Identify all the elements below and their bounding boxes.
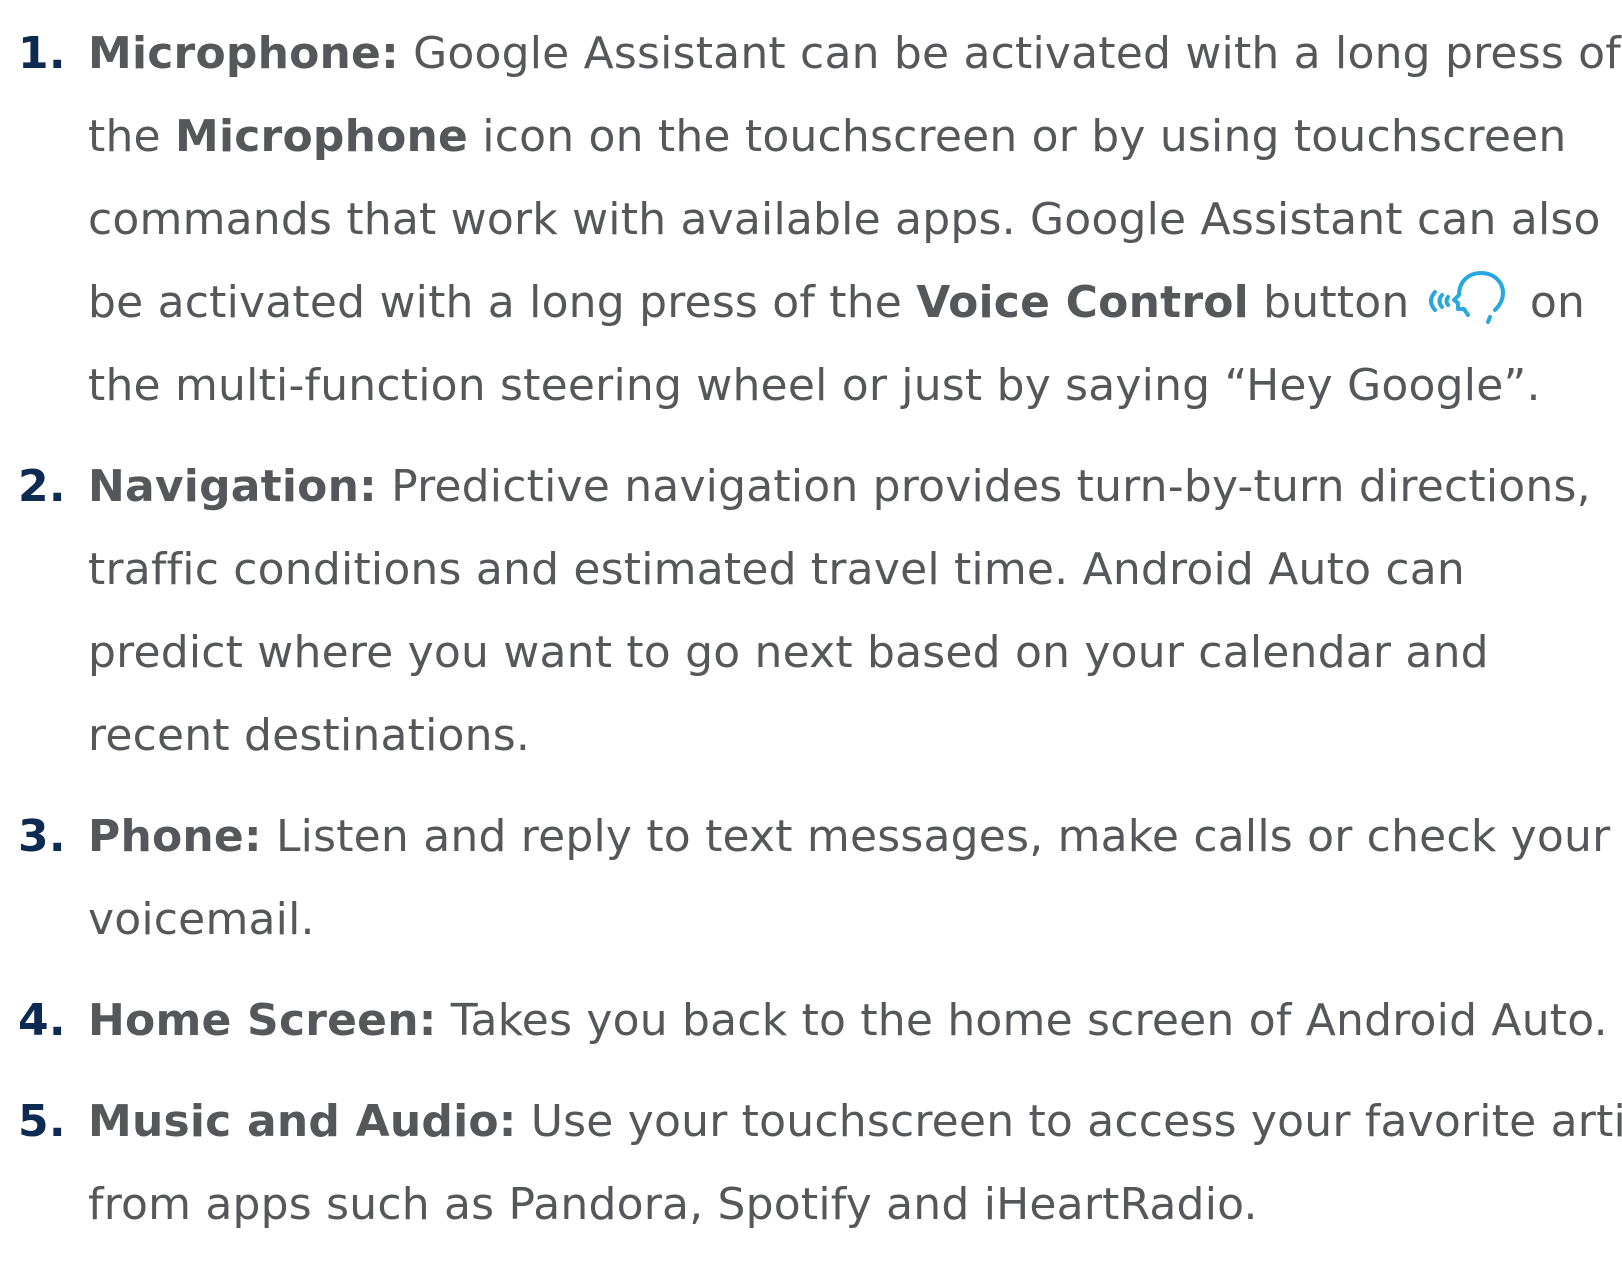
list-item-navigation: 2. Navigation: Predictive navigation pro… [0, 445, 1622, 777]
list-item-home-screen: 4. Home Screen: Takes you back to the ho… [0, 979, 1622, 1062]
item-number: 2. [18, 461, 66, 512]
item-line: predict where you want to go next based … [88, 627, 1489, 678]
item-text: Listen and reply to text messages, make … [261, 811, 1611, 862]
item-text: be activated with a long press of the [88, 277, 917, 328]
item-number: 4. [18, 995, 66, 1046]
item-text: Google Assistant can be activated with a… [398, 28, 1621, 79]
item-line: traffic conditions and estimated travel … [88, 544, 1466, 595]
voice-control-icon [1428, 267, 1512, 327]
item-term: Phone: [88, 811, 262, 862]
item-line: be activated with a long press of the Vo… [88, 261, 1622, 344]
item-number: 3. [18, 811, 66, 862]
item-text: the [88, 111, 175, 162]
item-text: on [1515, 277, 1586, 328]
item-term: Music and Audio: [88, 1096, 517, 1147]
item-bold-text: Voice Control [916, 277, 1249, 328]
item-term: Home Screen: [88, 995, 437, 1046]
item-term: Microphone: [88, 28, 399, 79]
item-text: icon on the touchscreen or by using touc… [468, 111, 1567, 162]
item-number: 5. [18, 1096, 66, 1147]
item-line: commands that work with available apps. … [88, 194, 1601, 245]
item-line: Navigation: Predictive navigation provid… [88, 445, 1622, 528]
item-line: Home Screen: Takes you back to the home … [88, 979, 1622, 1062]
feature-list: 1. Microphone: Google Assistant can be a… [0, 12, 1622, 1264]
item-text: Predictive navigation provides turn-by-t… [376, 461, 1591, 512]
item-line: recent destinations. [88, 710, 531, 761]
item-line: the multi-function steering wheel or jus… [88, 360, 1541, 411]
item-line: the Microphone icon on the touchscreen o… [88, 95, 1622, 178]
item-number: 1. [18, 28, 66, 79]
item-term: Navigation: [88, 461, 377, 512]
item-text: Takes you back to the home screen of And… [436, 995, 1608, 1046]
item-line: Music and Audio: Use your touchscreen to… [88, 1080, 1622, 1163]
item-line: from apps such as Pandora, Spotify and i… [88, 1179, 1258, 1230]
list-item-music-audio: 5. Music and Audio: Use your touchscreen… [0, 1080, 1622, 1246]
item-bold-text: Microphone [175, 111, 469, 162]
item-line: Phone: Listen and reply to text messages… [88, 795, 1622, 878]
list-item-phone: 3. Phone: Listen and reply to text messa… [0, 795, 1622, 961]
item-text: Use your touchscreen to access your favo… [516, 1096, 1622, 1147]
list-item-microphone: 1. Microphone: Google Assistant can be a… [0, 12, 1622, 427]
item-text: button [1248, 277, 1424, 328]
item-line: voicemail. [88, 894, 315, 945]
item-line: Microphone: Google Assistant can be acti… [88, 12, 1622, 95]
